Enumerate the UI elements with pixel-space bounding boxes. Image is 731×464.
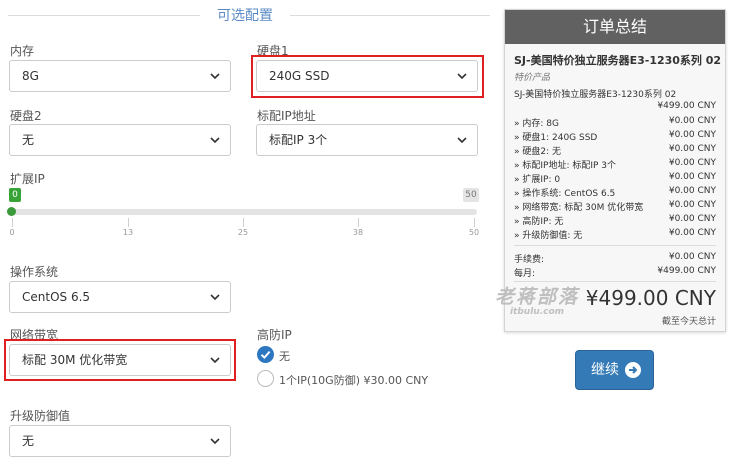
defense-label: 升级防御值 — [10, 409, 71, 423]
config-line: » 操作系统: CentOS 6.5 ¥0.00 CNY — [514, 186, 716, 199]
disk1-value: 240G SSD — [269, 69, 330, 83]
slider-tick-label: 13 — [122, 228, 134, 237]
chevron-down-icon — [210, 357, 220, 364]
setup-fee-row: 手续费: ¥0.00 CNY — [514, 252, 716, 265]
slider-min-tag: 0 — [9, 188, 21, 202]
slider-tick-label: 50 — [468, 228, 480, 237]
os-value: CentOS 6.5 — [22, 290, 91, 304]
section-title-text: 可选配置 — [217, 8, 273, 24]
ddos-label: 高防IP — [257, 328, 292, 342]
continue-button[interactable]: 继续 — [575, 350, 654, 390]
divider — [514, 245, 716, 246]
config-line: » 升级防御值: 无 ¥0.00 CNY — [514, 228, 716, 241]
memory-select[interactable]: 8G — [9, 60, 231, 92]
defense-select[interactable]: 无 — [9, 425, 231, 457]
config-line: » 网络带宽: 标配 30M 优化带宽 ¥0.00 CNY — [514, 200, 716, 213]
os-label: 操作系统 — [10, 265, 59, 279]
bandwidth-select[interactable]: 标配 30M 优化带宽 — [9, 344, 231, 376]
product-name: SJ-美国特价独立服务器E3-1230系列 02 — [514, 54, 722, 67]
slider-tick — [243, 218, 244, 227]
config-line: » 高防IP: 无 ¥0.00 CNY — [514, 214, 716, 227]
slider-tick — [12, 218, 13, 227]
chevron-down-icon — [210, 73, 220, 80]
ip-value: 标配IP 3个 — [269, 133, 328, 147]
arrow-right-icon — [625, 362, 641, 378]
disk1-label: 硬盘1 — [257, 44, 289, 58]
total-price: ¥499.00 CNY — [585, 286, 716, 310]
config-line: » 扩展IP: 0 ¥0.00 CNY — [514, 172, 716, 185]
chevron-down-icon — [457, 137, 467, 144]
bandwidth-value: 标配 30M 优化带宽 — [22, 353, 128, 367]
config-line: » 硬盘1: 240G SSD ¥0.00 CNY — [514, 130, 716, 143]
ddos-radio-none[interactable] — [257, 346, 274, 363]
ddos-option-none: 无 — [279, 350, 290, 363]
slider-tick-label: 25 — [237, 228, 249, 237]
slider-tick — [358, 218, 359, 227]
disk2-label: 硬盘2 — [10, 109, 42, 123]
order-summary-title: 订单总结 — [505, 10, 725, 44]
extip-label: 扩展IP — [10, 172, 45, 186]
section-title: 可选配置 — [0, 5, 490, 25]
divider — [290, 15, 490, 16]
slider-max-tag: 50 — [463, 188, 479, 202]
divider — [8, 15, 200, 16]
ddos-radio-one[interactable] — [257, 370, 274, 387]
memory-value: 8G — [22, 69, 39, 83]
disk2-select[interactable]: 无 — [9, 124, 231, 156]
disk2-value: 无 — [22, 133, 35, 147]
chevron-down-icon — [457, 73, 467, 80]
extip-slider-handle[interactable] — [7, 207, 16, 216]
product-group: 特价产品 — [514, 73, 551, 83]
continue-label: 继续 — [591, 362, 619, 378]
extip-slider-track[interactable] — [10, 209, 477, 215]
check-icon — [260, 350, 271, 360]
config-line: » 内存: 8G ¥0.00 CNY — [514, 116, 716, 129]
product-price: ¥499.00 CNY — [657, 101, 716, 111]
chevron-down-icon — [210, 137, 220, 144]
slider-tick-label: 38 — [352, 228, 364, 237]
ip-select[interactable]: 标配IP 3个 — [256, 124, 478, 156]
slider-tick-label: 0 — [9, 228, 15, 237]
bandwidth-label: 网络带宽 — [10, 328, 59, 342]
config-line: » 标配IP地址: 标配IP 3个 ¥0.00 CNY — [514, 158, 716, 171]
slider-tick — [474, 218, 475, 227]
os-select[interactable]: CentOS 6.5 — [9, 281, 231, 313]
chevron-down-icon — [210, 294, 220, 301]
disk1-select[interactable]: 240G SSD — [256, 60, 478, 92]
defense-value: 无 — [22, 434, 35, 448]
ddos-option-one: 1个IP(10G防御) ¥30.00 CNY — [279, 374, 429, 387]
slider-tick — [128, 218, 129, 227]
monthly-row: 每月: ¥499.00 CNY — [514, 266, 716, 279]
total-note: 截至今天总计 — [661, 317, 716, 327]
ip-label: 标配IP地址 — [257, 109, 316, 123]
product-full-name: SJ-美国特价独立服务器E3-1230系列 02 — [514, 90, 677, 100]
watermark-logo: 老蒋部落 itbulu.com — [494, 286, 579, 317]
chevron-down-icon — [210, 438, 220, 445]
config-line: » 硬盘2: 无 ¥0.00 CNY — [514, 144, 716, 157]
memory-label: 内存 — [10, 44, 35, 58]
